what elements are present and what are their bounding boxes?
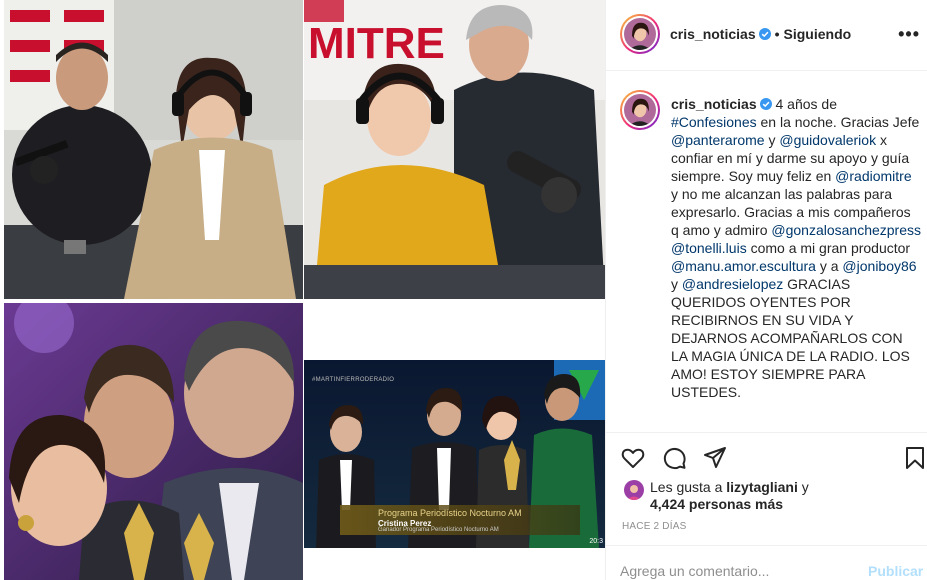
mention-link[interactable]: @panterarome [671, 132, 765, 148]
caption-segment: en la noche. Gracias Jefe [756, 114, 920, 130]
more-options-icon[interactable]: ••• [898, 24, 920, 45]
verified-badge-icon [758, 27, 771, 40]
hashtag-link[interactable]: #Confesiones [671, 114, 757, 130]
caption-avatar[interactable] [620, 90, 660, 130]
liker-username[interactable]: lizytagliani [726, 479, 798, 495]
add-comment-bar: Publicar [606, 545, 927, 580]
header-username[interactable]: cris_noticias [670, 26, 756, 42]
mention-link[interactable]: @andresielopez [682, 276, 783, 292]
caption-segment: como a mi gran productor [746, 240, 911, 256]
following-button[interactable]: Siguiendo [784, 26, 852, 42]
photo-radio-studio-2: MITRE [304, 0, 605, 299]
post-actions [606, 432, 927, 482]
tv-caption-category: Programa Periodístico Nocturno AM [378, 508, 522, 518]
tv-caption-award: Ganador Programa Periodístico Nocturno A… [378, 527, 499, 533]
mention-link[interactable]: @joniboy86 [842, 258, 916, 274]
publish-button[interactable]: Publicar [868, 563, 923, 579]
header-user-row: cris_noticias • Siguiendo [670, 26, 851, 42]
post-header: cris_noticias • Siguiendo ••• [606, 0, 927, 71]
bookmark-icon[interactable] [902, 445, 927, 471]
post-timestamp[interactable]: HACE 2 DÍAS [622, 521, 686, 532]
heart-icon[interactable] [620, 445, 646, 471]
mention-link[interactable]: @guidovaleriok [779, 132, 876, 148]
tv-lower-third: Programa Periodístico Nocturno AM Cristi… [340, 505, 580, 535]
verified-badge-icon [759, 96, 772, 110]
comment-icon[interactable] [662, 445, 688, 471]
caption-segment: y [671, 276, 682, 292]
likes-count[interactable]: 4,424 personas más [650, 495, 783, 514]
mention-link[interactable]: @tonelli.luis [671, 240, 747, 256]
tv-hashtag-overlay: #MARTINFIERRODERADIO [312, 377, 395, 383]
liker-avatar[interactable] [624, 480, 644, 500]
svg-text:MITRE: MITRE [308, 19, 445, 68]
profile-avatar[interactable] [620, 14, 660, 54]
caption-segment: 4 años de [771, 96, 837, 112]
caption-segment: y [764, 132, 780, 148]
mention-link[interactable]: @gonzalosanchezpress [771, 222, 921, 238]
photo-radio-studio-1 [4, 0, 303, 299]
caption-segment: GRACIAS QUERIDOS OYENTES POR RECIBIRNOS … [671, 276, 910, 400]
post-media[interactable]: MITRE #MARTINFIERRODERADIO Programa Peri… [0, 0, 605, 580]
comment-input[interactable] [620, 560, 850, 580]
caption-username[interactable]: cris_noticias [671, 96, 757, 112]
caption-text: cris_noticias 4 años de #Confesiones en … [671, 95, 921, 401]
post-side-panel: cris_noticias • Siguiendo ••• cris_noticia… [605, 0, 927, 580]
photo-selfie-awards [4, 303, 303, 580]
caption-segment: y a [815, 258, 843, 274]
post-caption: cris_noticias 4 años de #Confesiones en … [606, 72, 927, 432]
tv-time-overlay: 20:3 [589, 538, 603, 545]
mention-link[interactable]: @radiomitre [835, 168, 911, 184]
likes-prefix: Les gusta a [650, 479, 727, 495]
separator-dot: • [774, 26, 780, 42]
mention-link[interactable]: @manu.amor.escultura [671, 258, 816, 274]
photo-tv-broadcast: #MARTINFIERRODERADIO Programa Periodísti… [304, 360, 605, 548]
likes-suffix: y [797, 479, 809, 495]
share-icon[interactable] [702, 445, 728, 471]
